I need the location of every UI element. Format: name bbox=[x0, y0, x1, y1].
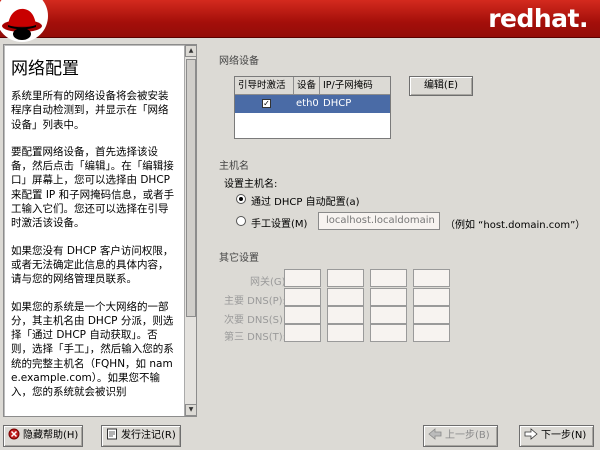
checkbox-checked-icon[interactable]: ✓ bbox=[262, 99, 271, 108]
gateway-octet-2[interactable] bbox=[327, 269, 364, 287]
help-paragraph: 要配置网络设备，首先选择该设备，然后点击「编辑」。在「编辑接口」屏幕上，您可以选… bbox=[11, 145, 175, 230]
help-scrollbar[interactable]: ▲ ▼ bbox=[184, 45, 197, 416]
help-title: 网络配置 bbox=[11, 59, 79, 79]
hide-help-button[interactable]: 隐藏帮助(H) bbox=[3, 425, 83, 447]
scrollbar-thumb[interactable] bbox=[186, 59, 196, 317]
column-header[interactable]: 设备 bbox=[294, 77, 320, 94]
column-header[interactable]: IP/子网掩码 bbox=[320, 77, 390, 94]
primary-dns-octet-3[interactable] bbox=[370, 288, 407, 306]
redhat-shadowman-icon bbox=[0, 0, 48, 42]
scroll-down-arrow-icon[interactable]: ▼ bbox=[185, 404, 197, 416]
primary-dns-label: 主要 DNS(P): bbox=[224, 296, 286, 307]
next-label: 下一步(N) bbox=[541, 430, 587, 441]
secondary-dns-octet-4[interactable] bbox=[413, 306, 450, 324]
tertiary-dns-label: 第三 DNS(T): bbox=[224, 332, 286, 343]
secondary-dns-octet-3[interactable] bbox=[370, 306, 407, 324]
tertiary-dns-octet-2[interactable] bbox=[327, 324, 364, 342]
back-label: 上一步(B) bbox=[445, 430, 490, 441]
help-paragraph: 如果您的系统是一个大网络的一部分，其主机名由 DHCP 分派，则选择「通过 DH… bbox=[11, 300, 174, 399]
primary-dns-octet-1[interactable] bbox=[284, 288, 321, 306]
tertiary-dns-octet-1[interactable] bbox=[284, 324, 321, 342]
back-arrow-icon bbox=[428, 428, 442, 440]
release-notes-label: 发行注记(R) bbox=[121, 430, 176, 441]
edit-button[interactable]: 编辑(E) bbox=[409, 76, 473, 96]
hide-help-label: 隐藏帮助(H) bbox=[23, 430, 79, 441]
next-arrow-icon bbox=[524, 428, 538, 440]
redhat-logo-text: redhat. bbox=[488, 4, 588, 33]
help-paragraph: 系统里所有的网络设备将会被安装程序自动检测到，并显示在「网络设备」列表中。 bbox=[11, 90, 169, 131]
hide-help-icon bbox=[8, 428, 20, 440]
primary-dns-octet-2[interactable] bbox=[327, 288, 364, 306]
table-row[interactable]: ✓ eth0 DHCP bbox=[235, 95, 390, 113]
column-header[interactable]: 引导时激活 bbox=[235, 77, 294, 94]
release-notes-icon bbox=[107, 428, 117, 440]
hostname-section-label: 主机名 bbox=[219, 161, 249, 172]
set-hostname-label: 设置主机名: bbox=[224, 179, 278, 190]
help-panel: 网络配置 系统里所有的网络设备将会被安装程序自动检测到，并显示在「网络设备」列表… bbox=[3, 44, 197, 417]
network-devices-label: 网络设备 bbox=[219, 56, 259, 67]
gateway-octet-1[interactable] bbox=[284, 269, 321, 287]
table-header: 引导时激活 设备 IP/子网掩码 bbox=[235, 77, 390, 95]
secondary-dns-label: 次要 DNS(S): bbox=[224, 315, 287, 326]
hostname-input[interactable]: localhost.localdomain bbox=[318, 212, 440, 230]
manual-option-label[interactable]: 手工设置(M) bbox=[251, 215, 307, 230]
hostname-example: （例如 “host.domain.com”） bbox=[445, 220, 586, 231]
misc-settings-label: 其它设置 bbox=[219, 253, 259, 264]
manual-radio[interactable] bbox=[236, 216, 246, 226]
device-cell: eth0 bbox=[296, 98, 319, 109]
primary-dns-octet-4[interactable] bbox=[413, 288, 450, 306]
secondary-dns-octet-1[interactable] bbox=[284, 306, 321, 324]
back-button[interactable]: 上一步(B) bbox=[423, 425, 498, 447]
network-device-table[interactable]: 引导时激活 设备 IP/子网掩码 ✓ eth0 DHCP bbox=[234, 76, 391, 139]
gateway-octet-4[interactable] bbox=[413, 269, 450, 287]
scroll-up-arrow-icon[interactable]: ▲ bbox=[185, 45, 197, 57]
help-text-area: 网络配置 系统里所有的网络设备将会被安装程序自动检测到，并显示在「网络设备」列表… bbox=[4, 45, 184, 416]
secondary-dns-octet-2[interactable] bbox=[327, 306, 364, 324]
release-notes-button[interactable]: 发行注记(R) bbox=[101, 425, 181, 447]
boot-active-cell[interactable]: ✓ bbox=[235, 95, 294, 113]
dhcp-option-label[interactable]: 通过 DHCP 自动配置(a) bbox=[251, 193, 360, 208]
tertiary-dns-octet-3[interactable] bbox=[370, 324, 407, 342]
ip-cell: DHCP bbox=[323, 98, 352, 109]
tertiary-dns-octet-4[interactable] bbox=[413, 324, 450, 342]
gateway-octet-3[interactable] bbox=[370, 269, 407, 287]
dhcp-radio[interactable] bbox=[236, 194, 246, 204]
header-banner: redhat. bbox=[0, 0, 600, 42]
next-button[interactable]: 下一步(N) bbox=[519, 425, 594, 447]
help-paragraph: 如果您没有 DHCP 客户访问权限，或者无法确定此信息的具体内容，请与您的网络管… bbox=[11, 244, 174, 286]
